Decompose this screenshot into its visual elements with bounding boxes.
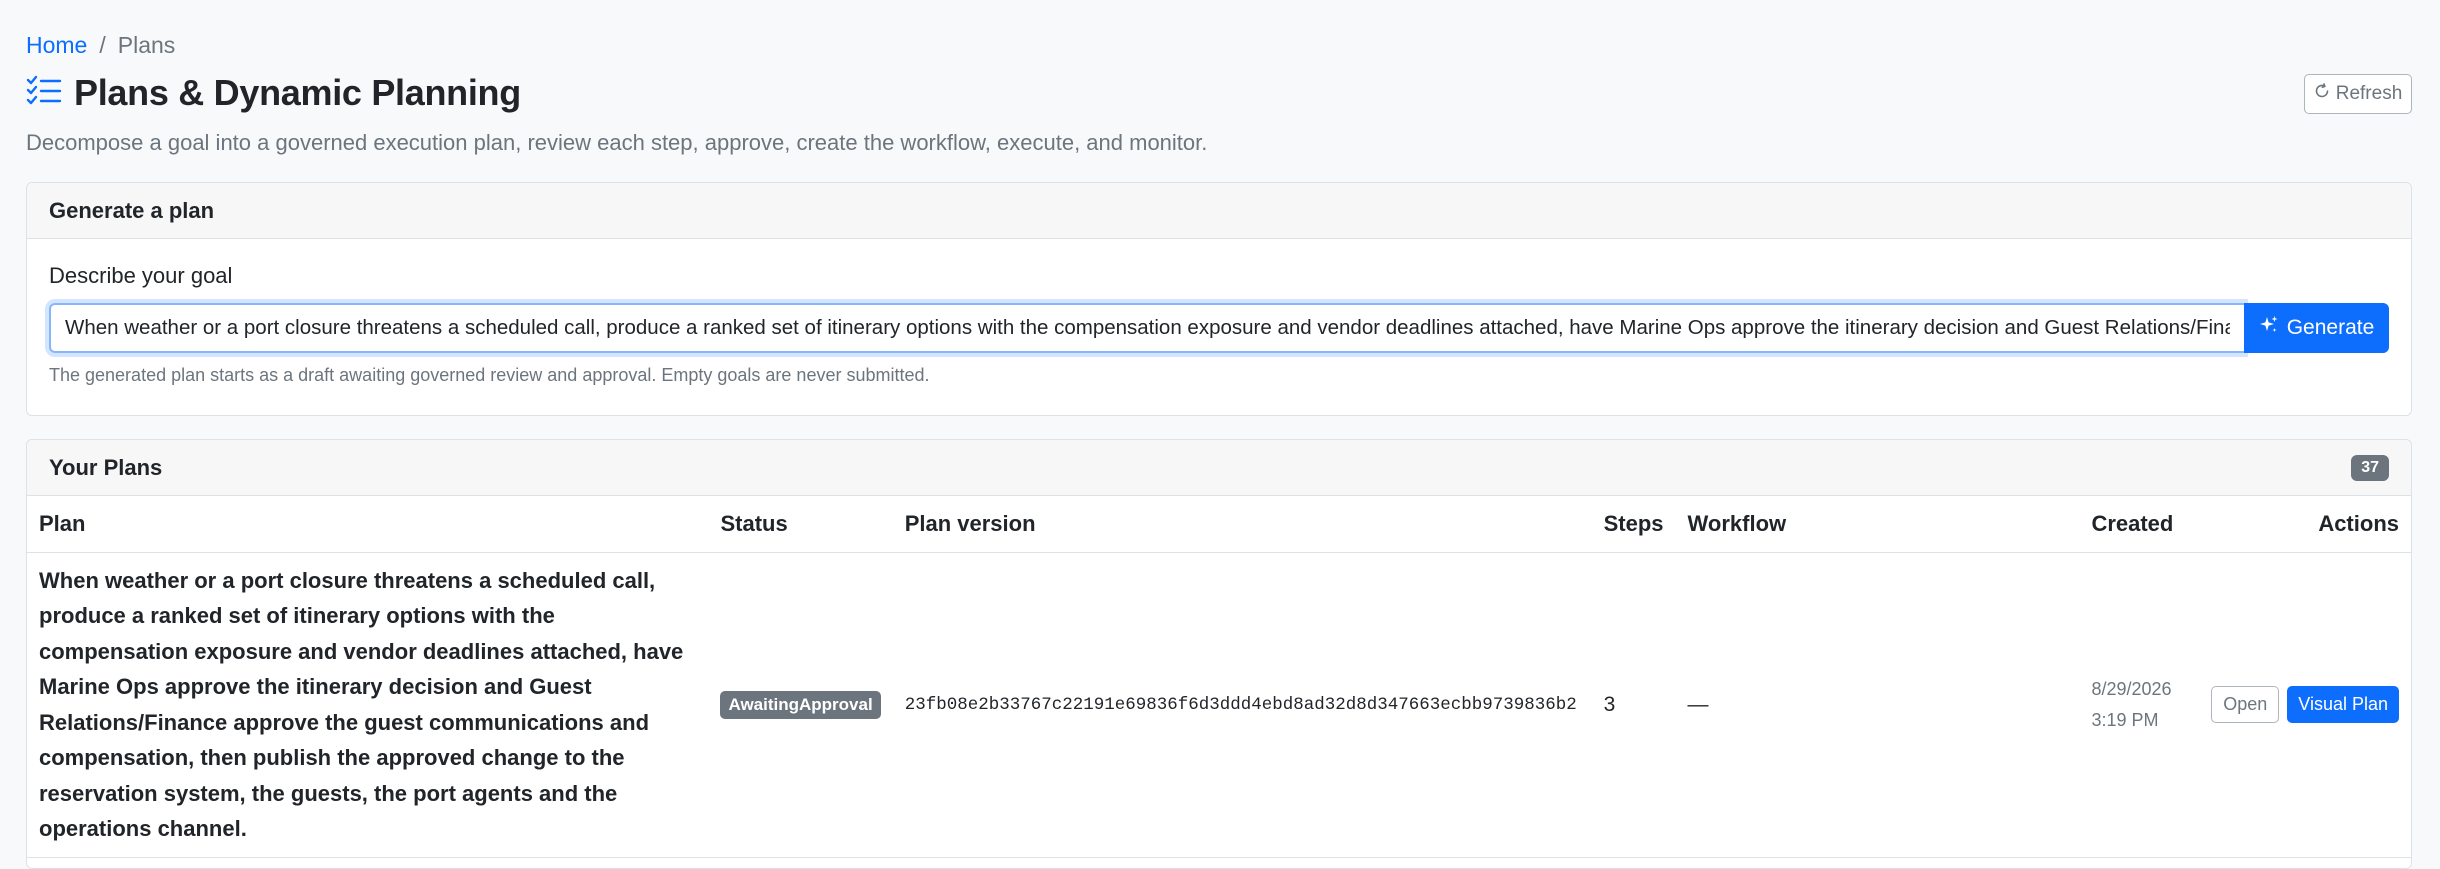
column-header-steps: Steps	[1591, 496, 1676, 553]
visual-plan-button[interactable]: Visual Plan	[2287, 686, 2399, 723]
your-plans-card: Your Plans 37 Plan Status Plan version S…	[26, 439, 2412, 869]
goal-input-group: Generate	[49, 303, 2389, 353]
generate-button-label: Generate	[2286, 316, 2375, 339]
plan-created-time: 3:19 PM	[2091, 709, 2159, 730]
breadcrumb-separator: /	[99, 32, 106, 58]
status-badge: AwaitingApproval	[720, 690, 881, 719]
plan-actions: Open Visual Plan	[2199, 552, 2411, 858]
table-row: When weather or a port closure threatens…	[27, 552, 2411, 858]
sparkles-icon	[2259, 315, 2287, 341]
plan-goal-text: When weather or a port closure threatens…	[27, 552, 709, 858]
column-header-status: Status	[708, 496, 893, 553]
refresh-icon	[2314, 83, 2336, 105]
column-header-created: Created	[2079, 496, 2200, 553]
column-header-plan: Plan	[27, 496, 709, 553]
plans-table-header-row: Plan Status Plan version Steps Workflow …	[27, 496, 2411, 553]
plan-workflow: —	[1675, 552, 2080, 858]
page-subtitle: Decompose a goal into a governed executi…	[26, 130, 1208, 155]
breadcrumb-home-link[interactable]: Home	[26, 32, 87, 58]
refresh-button-label: Refresh	[2335, 83, 2403, 104]
plans-table: Plan Status Plan version Steps Workflow …	[27, 496, 2411, 858]
your-plans-card-title: Your Plans	[49, 454, 163, 480]
page-header: Plans & Dynamic Planning	[26, 72, 521, 114]
plan-steps-count: 3	[1591, 552, 1676, 858]
page-title: Plans & Dynamic Planning	[74, 72, 521, 113]
breadcrumb-current: Plans	[117, 32, 176, 58]
generate-button[interactable]: Generate	[2244, 303, 2389, 353]
generate-plan-card-title: Generate a plan	[49, 197, 215, 223]
generate-plan-card-header: Generate a plan	[27, 183, 2411, 239]
your-plans-card-header: Your Plans 37	[27, 440, 2411, 496]
plan-version-hash: 23fb08e2b33767c22191e69836f6d3ddd4ebd8ad…	[892, 552, 1592, 858]
plan-created: 8/29/2026 3:19 PM	[2079, 552, 2200, 858]
column-header-plan-version: Plan version	[892, 496, 1592, 553]
goal-input[interactable]	[49, 303, 2244, 353]
refresh-button[interactable]: Refresh	[2304, 74, 2412, 114]
plans-count-badge: 37	[2351, 454, 2389, 481]
breadcrumb: Home / Plans	[26, 32, 175, 59]
list-check-icon	[26, 73, 74, 114]
goal-help-text: The generated plan starts as a draft awa…	[49, 365, 930, 385]
column-header-workflow: Workflow	[1675, 496, 2080, 553]
open-plan-button[interactable]: Open	[2211, 686, 2280, 723]
goal-label: Describe your goal	[49, 263, 233, 288]
plan-created-date: 8/29/2026	[2091, 678, 2172, 699]
column-header-actions: Actions	[2199, 496, 2411, 553]
generate-plan-card: Generate a plan Describe your goal Gener…	[26, 182, 2412, 416]
